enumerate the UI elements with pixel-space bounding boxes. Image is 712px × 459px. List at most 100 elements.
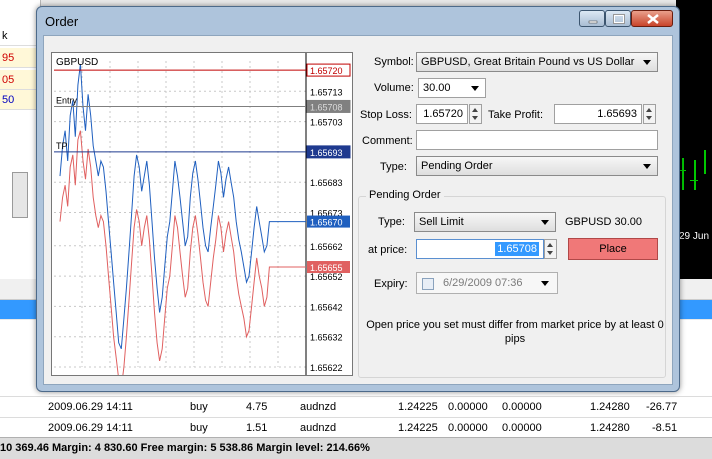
order-window: Order 1.65713 1.65703 1.65683 1.65673 1.6566… <box>36 6 680 392</box>
price-input-value: 1.65708 <box>495 242 539 256</box>
tick-label: 1.65713 <box>310 87 343 97</box>
level-label: TP <box>56 141 68 151</box>
trade-symbol: audnzd <box>300 422 337 434</box>
trade-price: 1.24225 <box>398 401 438 413</box>
volume-label: Volume: <box>374 82 414 94</box>
ask-price: 1.65670 <box>310 218 343 228</box>
price-input[interactable]: 1.65708 <box>416 239 544 259</box>
trade-type: buy <box>190 401 208 413</box>
volume-select[interactable]: 30.00 <box>418 78 486 98</box>
trade-tp: 0.00000 <box>502 422 542 434</box>
take-profit-input[interactable]: 1.65693 <box>554 104 642 124</box>
tick-label: 1.65683 <box>310 178 343 188</box>
price-spinner[interactable] <box>544 239 557 259</box>
expiry-checkbox[interactable] <box>422 278 434 290</box>
expiry-picker[interactable]: 6/29/2009 07:36 <box>416 272 558 294</box>
market-watch-panel: k 95 05 50 <box>0 0 41 300</box>
account-status: 10 369.46 Margin: 4 830.60 Free margin: … <box>0 437 712 459</box>
level-price: 1.65708 <box>310 102 343 112</box>
stop-loss-input[interactable]: 1.65720 <box>416 104 468 124</box>
order-type-label: Type: <box>380 161 407 173</box>
trade-size: 4.75 <box>246 401 268 413</box>
take-profit-label: Take Profit: <box>488 109 544 121</box>
tick-label: 1.65632 <box>310 333 343 343</box>
pending-note: Open price you set must differ from mark… <box>366 319 664 345</box>
arrow-down-icon <box>646 116 652 120</box>
price-chart: 1.65713 1.65703 1.65683 1.65673 1.65662 1.656… <box>51 52 353 376</box>
symbol-select[interactable]: GBPUSD, Great Britain Pound vs US Dollar <box>416 52 658 72</box>
level-price: 1.65720 <box>310 66 343 76</box>
tick-label: 1.65652 <box>310 272 343 282</box>
trade-symbol: audnzd <box>300 401 337 413</box>
stop-loss-spinner[interactable] <box>469 104 482 124</box>
scrollbar-thumb[interactable] <box>12 172 28 218</box>
chart-date-label: 29 Jun 2 <box>679 231 712 242</box>
order-type-value: Pending Order <box>421 160 493 172</box>
trade-price: 1.24225 <box>398 422 438 434</box>
pending-type-info: GBPUSD 30.00 <box>565 216 643 228</box>
maximize-icon <box>613 14 625 24</box>
trade-time: 2009.06.29 14:11 <box>48 422 133 434</box>
window-title: Order <box>45 14 79 29</box>
tick-label: 1.65662 <box>310 242 343 252</box>
expiry-value: 6/29/2009 07:36 <box>443 277 523 289</box>
chevron-down-icon[interactable] <box>541 281 549 286</box>
trade-row[interactable]: 2009.06.29 14:11 buy 1.51 audnzd 1.24225… <box>0 417 712 439</box>
trade-profit: -26.77 <box>646 401 678 413</box>
trade-current: 1.24280 <box>590 401 630 413</box>
close-icon <box>647 14 659 24</box>
symbol-label: Symbol: <box>374 56 414 68</box>
trade-current: 1.24280 <box>590 422 630 434</box>
pending-type-label: Type: <box>378 216 405 228</box>
arrow-up-icon <box>472 108 478 112</box>
arrow-up-icon <box>547 243 553 247</box>
arrow-down-icon <box>547 251 553 255</box>
tick-label: 1.65642 <box>310 302 343 312</box>
quote-cell[interactable]: 05 <box>0 70 40 90</box>
chevron-down-icon <box>471 86 479 91</box>
stop-loss-label: Stop Loss: <box>360 109 412 121</box>
place-button[interactable]: Place <box>568 238 658 260</box>
volume-select-value: 30.00 <box>423 82 451 94</box>
background-chart: 29 Jun 2 <box>676 0 712 300</box>
pending-type-select[interactable]: Sell Limit <box>414 212 556 232</box>
trade-sl: 0.00000 <box>448 422 488 434</box>
bid-price: 1.65655 <box>310 263 343 273</box>
chevron-down-icon <box>643 164 651 169</box>
quote-cell[interactable]: 95 <box>0 48 40 68</box>
order-type-select[interactable]: Pending Order <box>416 156 658 176</box>
level-label: Entry <box>56 95 78 105</box>
expiry-label: Expiry: <box>374 278 408 290</box>
chart-canvas: 1.657131.657031.656831.656731.656621.656… <box>54 53 351 375</box>
minimize-button[interactable] <box>579 10 605 27</box>
trade-type: buy <box>190 422 208 434</box>
minimize-icon <box>588 20 598 24</box>
tick-label: 1.65622 <box>310 363 343 373</box>
symbol-select-value: GBPUSD, Great Britain Pound vs US Dollar <box>421 56 635 68</box>
chevron-down-icon <box>541 220 549 225</box>
quote-cell[interactable]: 50 <box>0 90 40 110</box>
comment-label: Comment: <box>362 135 413 147</box>
trade-profit: -8.51 <box>652 422 678 434</box>
title-bar[interactable]: Order <box>37 7 679 37</box>
trade-sl: 0.00000 <box>448 401 488 413</box>
arrow-up-icon <box>646 108 652 112</box>
quote-cell: k <box>0 26 40 46</box>
take-profit-spinner[interactable] <box>643 104 656 124</box>
pending-order-title: Pending Order <box>366 189 444 201</box>
arrow-down-icon <box>472 116 478 120</box>
comment-input[interactable] <box>416 130 658 150</box>
trade-time: 2009.06.29 14:11 <box>48 401 133 413</box>
chart-symbol: GBPUSD <box>56 57 98 68</box>
trade-row[interactable]: 2009.06.29 14:11 buy 4.75 audnzd 1.24225… <box>0 396 712 418</box>
chevron-down-icon <box>643 60 651 65</box>
order-dialog-body: 1.65713 1.65703 1.65683 1.65673 1.65662 1.656… <box>43 35 673 385</box>
trade-size: 1.51 <box>246 422 268 434</box>
price-label: at price: <box>368 244 408 256</box>
close-button[interactable] <box>631 10 673 27</box>
pending-type-value: Sell Limit <box>419 216 464 228</box>
level-price: 1.65693 <box>310 148 343 158</box>
tick-label: 1.65703 <box>310 118 343 128</box>
maximize-button[interactable] <box>605 10 631 27</box>
trade-tp: 0.00000 <box>502 401 542 413</box>
